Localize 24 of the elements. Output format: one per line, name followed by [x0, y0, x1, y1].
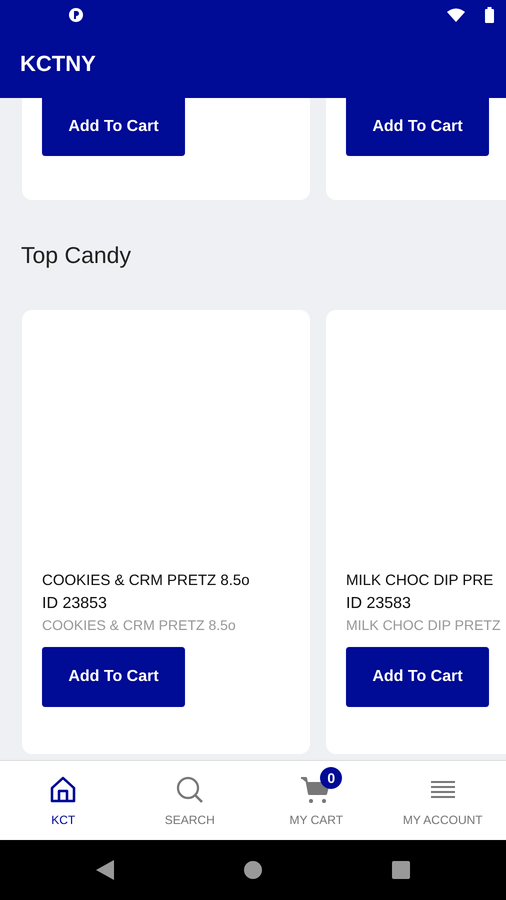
home-button-icon[interactable] — [244, 861, 262, 879]
nav-tab[interactable]: MY ACCOUNT — [380, 761, 506, 840]
home-icon — [48, 774, 78, 804]
section-title: Top Candy — [21, 242, 132, 270]
cart-count-badge: 0 — [320, 766, 342, 788]
battery-icon — [485, 7, 494, 23]
product-name: MILK CHOC DIP PRE — [346, 572, 494, 589]
nav-tab[interactable]: KCT — [0, 761, 126, 840]
nav-tab[interactable]: SEARCH — [126, 761, 253, 840]
product-description: COOKIES & CRM PRETZ 8.5o — [42, 617, 236, 633]
add-to-cart-button[interactable]: Add To Cart — [42, 647, 185, 707]
product-description: MILK CHOC DIP PRETZ — [346, 617, 501, 633]
product-id: ID 23853 — [42, 595, 107, 613]
add-to-cart-button[interactable]: Add To Cart — [346, 647, 489, 707]
nav-tab[interactable]: 0 MY CART — [253, 761, 380, 840]
add-to-cart-button[interactable]: Add To Cart — [42, 98, 185, 156]
search-icon — [174, 774, 205, 804]
back-icon[interactable] — [96, 860, 114, 880]
product-id: ID 23583 — [346, 595, 411, 613]
wifi-icon — [447, 8, 465, 22]
notification-icon — [68, 7, 84, 23]
app-title: KCTNY — [20, 51, 96, 77]
product-name: COOKIES & CRM PRETZ 8.5o — [42, 572, 250, 589]
add-to-cart-button[interactable]: Add To Cart — [346, 98, 489, 156]
